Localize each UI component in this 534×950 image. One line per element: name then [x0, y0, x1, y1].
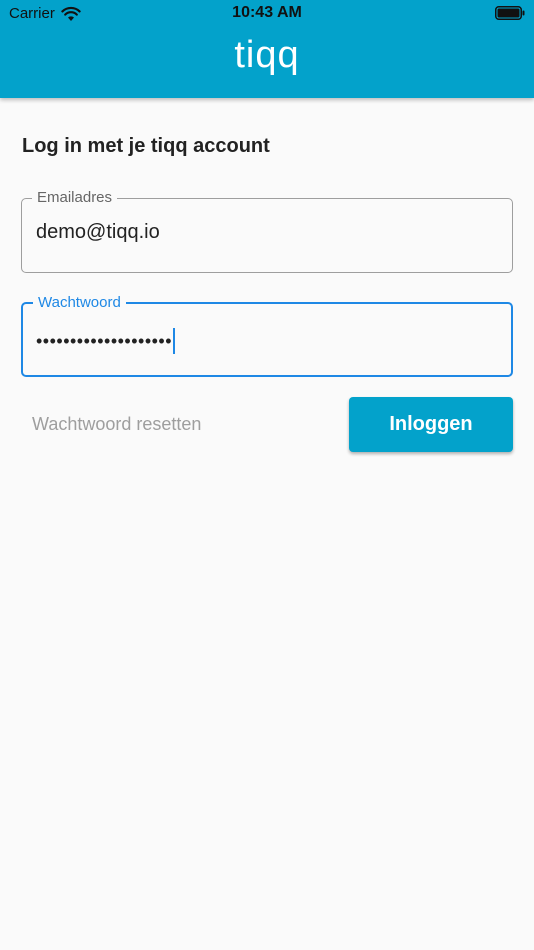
email-field[interactable]: Emailadres demo@tiqq.io: [21, 189, 513, 273]
battery-icon: [495, 6, 525, 20]
status-bar: Carrier 10:43 AM: [0, 0, 534, 28]
email-label: Emailadres: [32, 189, 118, 207]
login-button[interactable]: Inloggen: [349, 397, 513, 452]
reset-password-link[interactable]: Wachtwoord resetten: [32, 414, 201, 435]
brand-logo: tiqq: [234, 34, 300, 76]
text-caret: [173, 328, 176, 354]
password-field[interactable]: Wachtwoord ••••••••••••••••••••: [21, 294, 513, 377]
status-time: 10:43 AM: [232, 4, 302, 21]
page-title: Log in met je tiqq account: [22, 135, 270, 157]
password-label: Wachtwoord: [33, 294, 126, 312]
password-value-wrap[interactable]: ••••••••••••••••••••: [36, 328, 176, 354]
email-value[interactable]: demo@tiqq.io: [36, 221, 160, 244]
app-header: Carrier 10:43 AM tiqq: [0, 0, 534, 98]
password-value[interactable]: ••••••••••••••••••••: [36, 331, 172, 352]
